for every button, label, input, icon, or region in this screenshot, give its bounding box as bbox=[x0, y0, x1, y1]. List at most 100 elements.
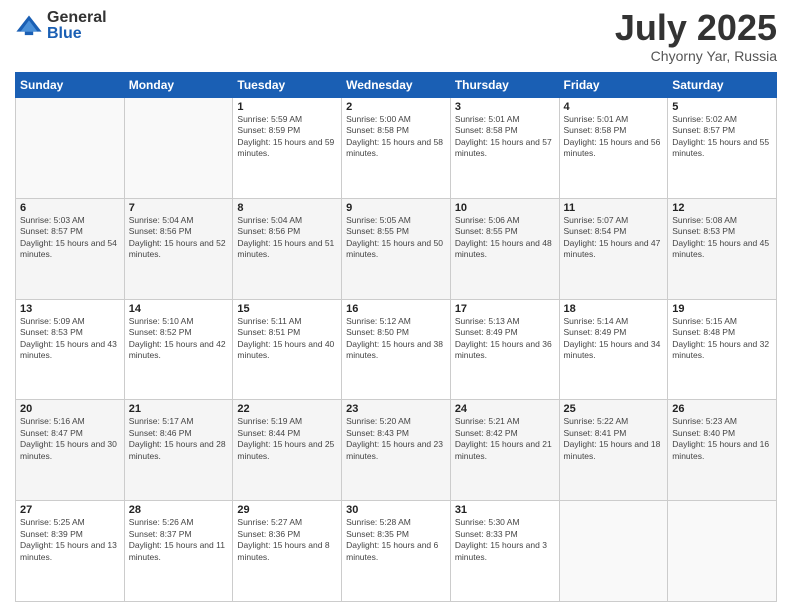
calendar-row-1: 6Sunrise: 5:03 AMSunset: 8:57 PMDaylight… bbox=[16, 198, 777, 299]
calendar-cell: 12Sunrise: 5:08 AMSunset: 8:53 PMDayligh… bbox=[668, 198, 777, 299]
header-saturday: Saturday bbox=[668, 73, 777, 98]
day-number: 25 bbox=[564, 403, 664, 415]
calendar-cell: 29Sunrise: 5:27 AMSunset: 8:36 PMDayligh… bbox=[233, 501, 342, 602]
day-info: Sunrise: 5:13 AMSunset: 8:49 PMDaylight:… bbox=[455, 316, 555, 362]
day-info: Sunrise: 5:00 AMSunset: 8:58 PMDaylight:… bbox=[346, 114, 446, 160]
day-info: Sunrise: 5:25 AMSunset: 8:39 PMDaylight:… bbox=[20, 517, 120, 563]
calendar-cell: 6Sunrise: 5:03 AMSunset: 8:57 PMDaylight… bbox=[16, 198, 125, 299]
calendar-cell: 9Sunrise: 5:05 AMSunset: 8:55 PMDaylight… bbox=[342, 198, 451, 299]
calendar-cell: 17Sunrise: 5:13 AMSunset: 8:49 PMDayligh… bbox=[450, 299, 559, 400]
day-number: 6 bbox=[20, 202, 120, 214]
day-number: 24 bbox=[455, 403, 555, 415]
logo-general-text: General bbox=[47, 10, 107, 26]
calendar-cell: 18Sunrise: 5:14 AMSunset: 8:49 PMDayligh… bbox=[559, 299, 668, 400]
title-section: July 2025 Chyorny Yar, Russia bbox=[615, 10, 777, 64]
day-number: 18 bbox=[564, 303, 664, 315]
calendar-cell: 25Sunrise: 5:22 AMSunset: 8:41 PMDayligh… bbox=[559, 400, 668, 501]
day-info: Sunrise: 5:30 AMSunset: 8:33 PMDaylight:… bbox=[455, 517, 555, 563]
day-number: 9 bbox=[346, 202, 446, 214]
day-info: Sunrise: 5:10 AMSunset: 8:52 PMDaylight:… bbox=[129, 316, 229, 362]
header-tuesday: Tuesday bbox=[233, 73, 342, 98]
day-info: Sunrise: 5:19 AMSunset: 8:44 PMDaylight:… bbox=[237, 416, 337, 462]
day-info: Sunrise: 5:28 AMSunset: 8:35 PMDaylight:… bbox=[346, 517, 446, 563]
day-info: Sunrise: 5:59 AMSunset: 8:59 PMDaylight:… bbox=[237, 114, 337, 160]
calendar-cell: 16Sunrise: 5:12 AMSunset: 8:50 PMDayligh… bbox=[342, 299, 451, 400]
calendar-cell: 2Sunrise: 5:00 AMSunset: 8:58 PMDaylight… bbox=[342, 98, 451, 199]
calendar-cell: 19Sunrise: 5:15 AMSunset: 8:48 PMDayligh… bbox=[668, 299, 777, 400]
logo-blue-text: Blue bbox=[47, 26, 107, 42]
day-info: Sunrise: 5:20 AMSunset: 8:43 PMDaylight:… bbox=[346, 416, 446, 462]
calendar-cell: 31Sunrise: 5:30 AMSunset: 8:33 PMDayligh… bbox=[450, 501, 559, 602]
calendar-cell: 1Sunrise: 5:59 AMSunset: 8:59 PMDaylight… bbox=[233, 98, 342, 199]
day-info: Sunrise: 5:06 AMSunset: 8:55 PMDaylight:… bbox=[455, 215, 555, 261]
day-info: Sunrise: 5:04 AMSunset: 8:56 PMDaylight:… bbox=[237, 215, 337, 261]
day-number: 26 bbox=[672, 403, 772, 415]
day-number: 5 bbox=[672, 101, 772, 113]
day-info: Sunrise: 5:08 AMSunset: 8:53 PMDaylight:… bbox=[672, 215, 772, 261]
header-sunday: Sunday bbox=[16, 73, 125, 98]
day-info: Sunrise: 5:11 AMSunset: 8:51 PMDaylight:… bbox=[237, 316, 337, 362]
header: General Blue July 2025 Chyorny Yar, Russ… bbox=[15, 10, 777, 64]
day-info: Sunrise: 5:15 AMSunset: 8:48 PMDaylight:… bbox=[672, 316, 772, 362]
day-info: Sunrise: 5:12 AMSunset: 8:50 PMDaylight:… bbox=[346, 316, 446, 362]
day-info: Sunrise: 5:26 AMSunset: 8:37 PMDaylight:… bbox=[129, 517, 229, 563]
calendar-row-3: 20Sunrise: 5:16 AMSunset: 8:47 PMDayligh… bbox=[16, 400, 777, 501]
calendar-cell: 21Sunrise: 5:17 AMSunset: 8:46 PMDayligh… bbox=[124, 400, 233, 501]
day-info: Sunrise: 5:05 AMSunset: 8:55 PMDaylight:… bbox=[346, 215, 446, 261]
day-info: Sunrise: 5:03 AMSunset: 8:57 PMDaylight:… bbox=[20, 215, 120, 261]
calendar-cell: 26Sunrise: 5:23 AMSunset: 8:40 PMDayligh… bbox=[668, 400, 777, 501]
day-number: 19 bbox=[672, 303, 772, 315]
day-info: Sunrise: 5:21 AMSunset: 8:42 PMDaylight:… bbox=[455, 416, 555, 462]
day-number: 2 bbox=[346, 101, 446, 113]
day-info: Sunrise: 5:16 AMSunset: 8:47 PMDaylight:… bbox=[20, 416, 120, 462]
calendar-cell: 7Sunrise: 5:04 AMSunset: 8:56 PMDaylight… bbox=[124, 198, 233, 299]
calendar-cell: 4Sunrise: 5:01 AMSunset: 8:58 PMDaylight… bbox=[559, 98, 668, 199]
calendar-cell: 24Sunrise: 5:21 AMSunset: 8:42 PMDayligh… bbox=[450, 400, 559, 501]
calendar-row-0: 1Sunrise: 5:59 AMSunset: 8:59 PMDaylight… bbox=[16, 98, 777, 199]
day-number: 13 bbox=[20, 303, 120, 315]
calendar-cell: 13Sunrise: 5:09 AMSunset: 8:53 PMDayligh… bbox=[16, 299, 125, 400]
month-title: July 2025 bbox=[615, 10, 777, 46]
day-number: 3 bbox=[455, 101, 555, 113]
calendar-cell: 20Sunrise: 5:16 AMSunset: 8:47 PMDayligh… bbox=[16, 400, 125, 501]
page: General Blue July 2025 Chyorny Yar, Russ… bbox=[0, 0, 792, 612]
day-number: 10 bbox=[455, 202, 555, 214]
day-number: 1 bbox=[237, 101, 337, 113]
day-number: 29 bbox=[237, 504, 337, 516]
calendar-cell bbox=[559, 501, 668, 602]
day-info: Sunrise: 5:09 AMSunset: 8:53 PMDaylight:… bbox=[20, 316, 120, 362]
calendar-row-4: 27Sunrise: 5:25 AMSunset: 8:39 PMDayligh… bbox=[16, 501, 777, 602]
day-info: Sunrise: 5:27 AMSunset: 8:36 PMDaylight:… bbox=[237, 517, 337, 563]
day-number: 28 bbox=[129, 504, 229, 516]
day-info: Sunrise: 5:07 AMSunset: 8:54 PMDaylight:… bbox=[564, 215, 664, 261]
calendar-cell: 3Sunrise: 5:01 AMSunset: 8:58 PMDaylight… bbox=[450, 98, 559, 199]
day-number: 7 bbox=[129, 202, 229, 214]
calendar-cell: 5Sunrise: 5:02 AMSunset: 8:57 PMDaylight… bbox=[668, 98, 777, 199]
header-friday: Friday bbox=[559, 73, 668, 98]
calendar-cell: 11Sunrise: 5:07 AMSunset: 8:54 PMDayligh… bbox=[559, 198, 668, 299]
day-number: 30 bbox=[346, 504, 446, 516]
logo-icon bbox=[15, 12, 43, 40]
calendar-cell: 8Sunrise: 5:04 AMSunset: 8:56 PMDaylight… bbox=[233, 198, 342, 299]
day-number: 12 bbox=[672, 202, 772, 214]
day-number: 16 bbox=[346, 303, 446, 315]
calendar-cell: 15Sunrise: 5:11 AMSunset: 8:51 PMDayligh… bbox=[233, 299, 342, 400]
header-thursday: Thursday bbox=[450, 73, 559, 98]
day-number: 22 bbox=[237, 403, 337, 415]
day-number: 21 bbox=[129, 403, 229, 415]
calendar-cell: 27Sunrise: 5:25 AMSunset: 8:39 PMDayligh… bbox=[16, 501, 125, 602]
day-number: 23 bbox=[346, 403, 446, 415]
calendar-cell: 28Sunrise: 5:26 AMSunset: 8:37 PMDayligh… bbox=[124, 501, 233, 602]
logo-text: General Blue bbox=[47, 10, 107, 42]
day-info: Sunrise: 5:23 AMSunset: 8:40 PMDaylight:… bbox=[672, 416, 772, 462]
weekday-header-row: Sunday Monday Tuesday Wednesday Thursday… bbox=[16, 73, 777, 98]
day-number: 15 bbox=[237, 303, 337, 315]
day-info: Sunrise: 5:14 AMSunset: 8:49 PMDaylight:… bbox=[564, 316, 664, 362]
location: Chyorny Yar, Russia bbox=[615, 48, 777, 64]
calendar-row-2: 13Sunrise: 5:09 AMSunset: 8:53 PMDayligh… bbox=[16, 299, 777, 400]
day-info: Sunrise: 5:22 AMSunset: 8:41 PMDaylight:… bbox=[564, 416, 664, 462]
header-wednesday: Wednesday bbox=[342, 73, 451, 98]
calendar-cell bbox=[124, 98, 233, 199]
calendar-cell: 23Sunrise: 5:20 AMSunset: 8:43 PMDayligh… bbox=[342, 400, 451, 501]
day-number: 31 bbox=[455, 504, 555, 516]
